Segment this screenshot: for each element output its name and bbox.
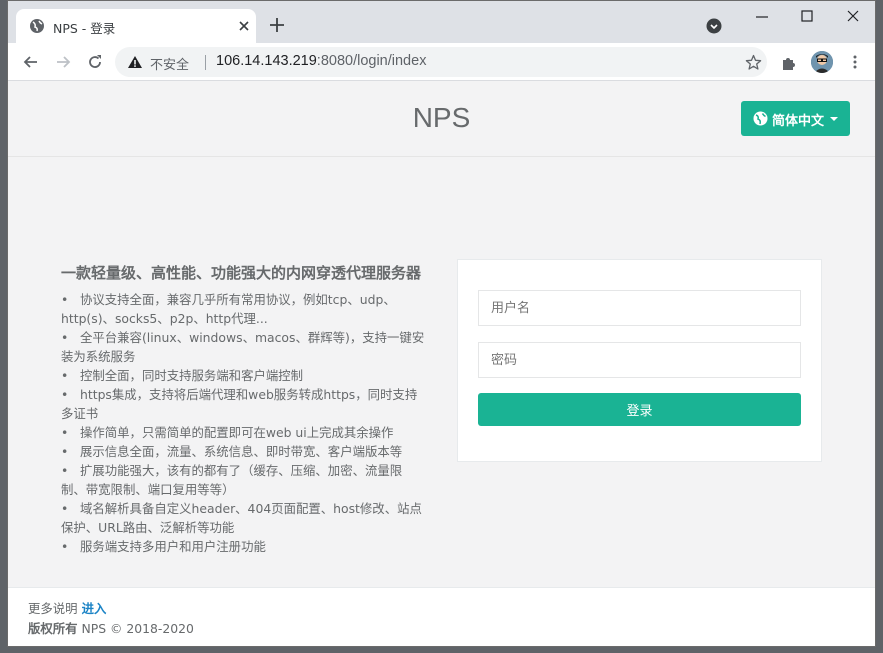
- minimize-icon[interactable]: [750, 10, 774, 24]
- profile-avatar[interactable]: [811, 51, 833, 73]
- page-footer: 更多说明 进入 版权所有 NPS © 2018-2020: [8, 587, 875, 646]
- kebab-menu-icon[interactable]: [847, 54, 863, 70]
- password-input[interactable]: [478, 342, 801, 378]
- feature-text: 协议支持全面，兼容几乎所有常用协议，例如tcp、udp、http(s)、sock…: [61, 292, 396, 326]
- feature-text: 扩展功能强大，该有的都有了（缓存、压缩、加密、流量限制、带宽限制、端口复用等等）: [61, 463, 403, 497]
- page-content: NPS 简体中文 一款轻量级、高性能、功能强大的内网穿透代理服务器 • 协议支持全…: [8, 81, 875, 646]
- feature-item: • 全平台兼容(linux、windows、macos、群辉等)，支持一键安装为系…: [61, 330, 425, 364]
- forward-arrow-icon[interactable]: [53, 52, 73, 72]
- feature-item: • 服务端支持多用户和用户注册功能: [61, 539, 266, 554]
- insecure-label[interactable]: 不安全: [150, 54, 189, 73]
- language-dropdown-button[interactable]: 简体中文: [741, 101, 850, 136]
- feature-item: • 控制全面，同时支持服务端和客户端控制: [61, 368, 304, 383]
- feature-text: 展示信息全面，流量、系统信息、即时带宽、客户端版本等: [80, 444, 403, 459]
- username-input[interactable]: [478, 290, 801, 326]
- back-arrow-icon[interactable]: [21, 52, 41, 72]
- language-label: 简体中文: [772, 114, 825, 129]
- feature-text: https集成，支持将后端代理和web服务转成https，同时支持多证书: [61, 387, 418, 421]
- url-host: 106.14.143.219: [216, 53, 317, 69]
- warning-icon[interactable]: [127, 54, 143, 70]
- globe-icon: [30, 19, 44, 33]
- bookmark-star-icon[interactable]: [745, 54, 762, 71]
- more-link[interactable]: 进入: [82, 601, 107, 616]
- feature-item: • 操作简单，只需简单的配置即可在web ui上完成其余操作: [61, 425, 394, 440]
- more-label: 更多说明: [28, 601, 78, 616]
- url-path: :8080/login/index: [316, 53, 427, 69]
- copyright-text: NPS © 2018-2020: [81, 621, 194, 636]
- login-form: 登录: [457, 259, 822, 462]
- intro-section: 一款轻量级、高性能、功能强大的内网穿透代理服务器 • 协议支持全面，兼容几乎所有常…: [61, 264, 426, 556]
- reload-icon[interactable]: [85, 52, 105, 72]
- globe-icon: [753, 111, 768, 126]
- browser-window: NPS - 登录 不安全 106.14.143.219:8080/login/i…: [7, 0, 876, 647]
- feature-text: 控制全面，同时支持服务端和客户端控制: [80, 368, 304, 383]
- extensions-puzzle-icon[interactable]: [780, 54, 798, 72]
- intro-title: 一款轻量级、高性能、功能强大的内网穿透代理服务器: [61, 264, 422, 282]
- feature-text: 服务端支持多用户和用户注册功能: [80, 539, 266, 554]
- feature-text: 操作简单，只需简单的配置即可在web ui上完成其余操作: [80, 425, 394, 440]
- feature-text: 全平台兼容(linux、windows、macos、群辉等)，支持一键安装为系统…: [61, 330, 425, 364]
- feature-item: • 域名解析具备自定义header、404页面配置、host修改、站点保护、URL…: [61, 501, 422, 535]
- feature-list: • 协议支持全面，兼容几乎所有常用协议，例如tcp、udp、http(s)、soc…: [61, 290, 426, 556]
- url-text[interactable]: 106.14.143.219:8080/login/index: [216, 53, 426, 69]
- close-icon[interactable]: [236, 18, 252, 34]
- copyright: 版权所有 NPS © 2018-2020: [28, 619, 194, 637]
- browser-toolbar: 不安全 106.14.143.219:8080/login/index: [8, 43, 875, 81]
- feature-text: 域名解析具备自定义header、404页面配置、host修改、站点保护、URL路…: [61, 501, 422, 535]
- tab-strip: NPS - 登录: [8, 1, 875, 43]
- caret-down-icon: [830, 117, 838, 121]
- tab-search-icon[interactable]: [706, 18, 722, 34]
- page-header: NPS 简体中文: [8, 81, 875, 157]
- tab-title: NPS - 登录: [53, 21, 116, 36]
- browser-tab[interactable]: NPS - 登录: [16, 9, 256, 43]
- feature-item: • 扩展功能强大，该有的都有了（缓存、压缩、加密、流量限制、带宽限制、端口复用等等…: [61, 463, 403, 497]
- window-close-icon[interactable]: [842, 7, 864, 25]
- feature-item: • 协议支持全面，兼容几乎所有常用协议，例如tcp、udp、http(s)、soc…: [61, 292, 396, 326]
- feature-item: • https集成，支持将后端代理和web服务转成https，同时支持多证书: [61, 387, 418, 421]
- url-separator: [205, 55, 206, 70]
- more-info: 更多说明 进入: [28, 599, 106, 617]
- maximize-icon[interactable]: [797, 8, 817, 24]
- login-button[interactable]: 登录: [478, 393, 801, 426]
- avatar-face-icon: [811, 51, 833, 73]
- new-tab-icon[interactable]: [267, 15, 287, 35]
- feature-item: • 展示信息全面，流量、系统信息、即时带宽、客户端版本等: [61, 444, 403, 459]
- copyright-label: 版权所有: [28, 621, 78, 636]
- address-bar[interactable]: 不安全 106.14.143.219:8080/login/index: [115, 47, 767, 77]
